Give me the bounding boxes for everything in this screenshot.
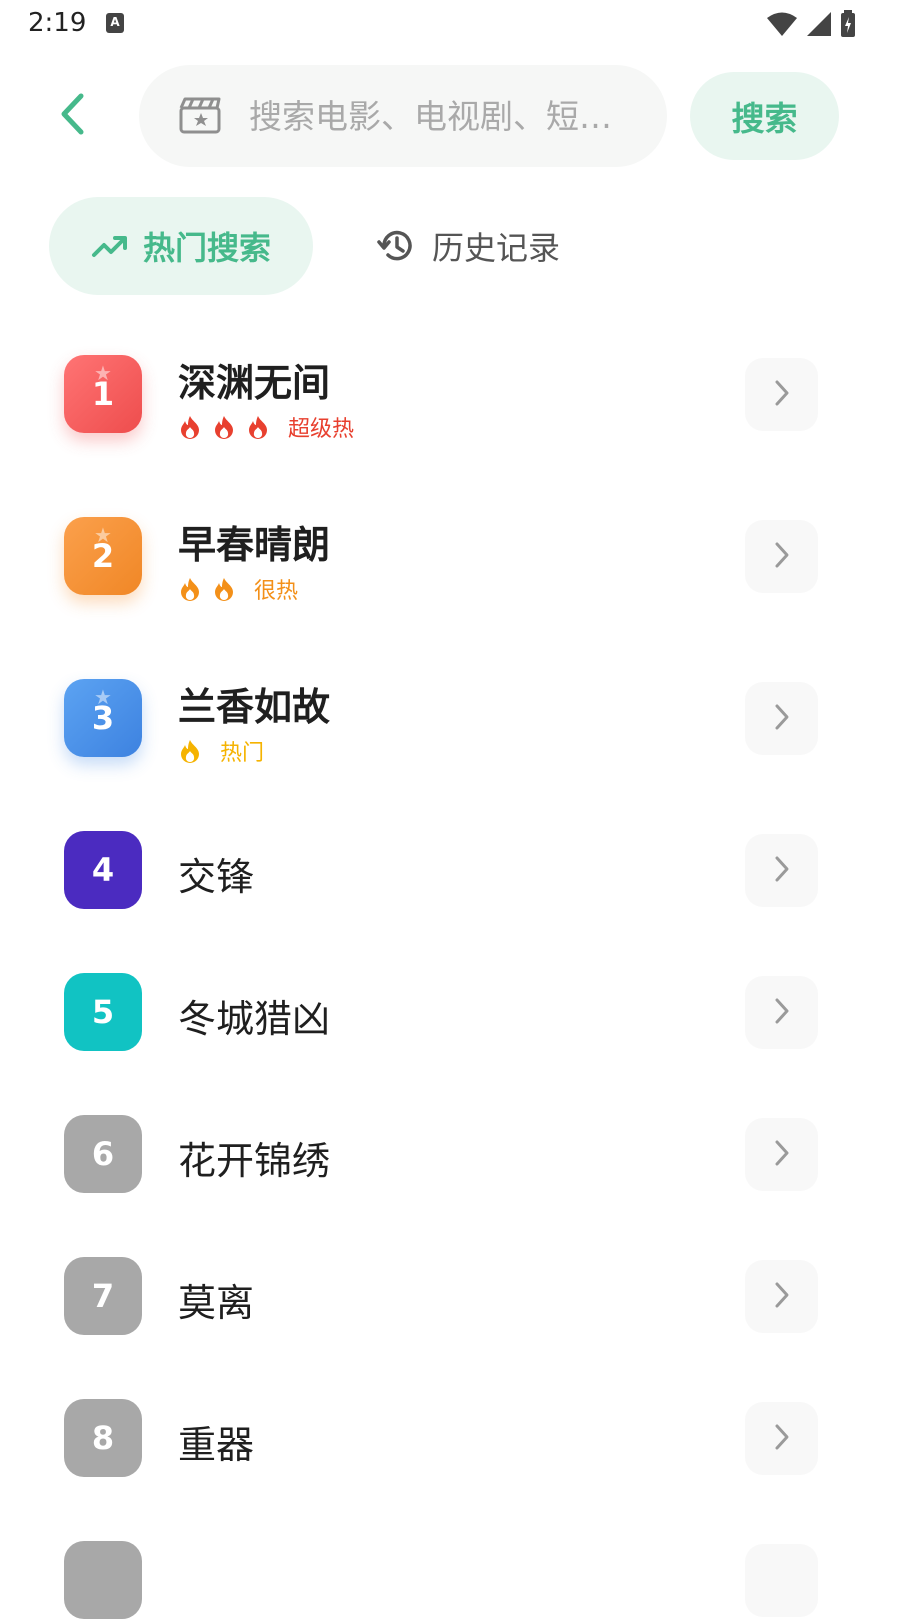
back-button[interactable] xyxy=(48,88,96,144)
item-arrow-button[interactable] xyxy=(745,1260,818,1333)
heat-label: 很热 xyxy=(254,579,299,604)
history-icon xyxy=(376,226,416,266)
clapperboard-icon xyxy=(179,96,221,138)
chevron-right-icon xyxy=(772,996,792,1030)
item-arrow-button[interactable] xyxy=(745,1544,818,1617)
heat-label: 热门 xyxy=(220,741,265,766)
battery-icon xyxy=(840,10,856,42)
status-bar: 2:19 A xyxy=(0,0,900,48)
heat-indicator: 热门 xyxy=(178,735,264,767)
item-arrow-button[interactable] xyxy=(745,1118,818,1191)
rank-badge: ★ 1 xyxy=(64,355,142,433)
flame-icon xyxy=(178,738,202,764)
chevron-right-icon xyxy=(772,702,792,736)
chevron-right-icon xyxy=(772,854,792,888)
search-button[interactable]: 搜索 xyxy=(690,72,839,160)
signal-icon xyxy=(806,11,832,41)
item-title: 莫离 xyxy=(178,1281,255,1325)
flame-icon xyxy=(178,414,202,440)
chevron-right-icon xyxy=(772,1280,792,1314)
tab-hot-search-label: 热门搜索 xyxy=(143,229,272,267)
flame-icon xyxy=(178,576,202,602)
item-title: 深渊无间 xyxy=(178,361,331,405)
wifi-icon xyxy=(766,11,798,41)
item-title: 花开锦绣 xyxy=(178,1139,331,1183)
item-title: 交锋 xyxy=(178,855,255,899)
tab-hot-search[interactable]: 热门搜索 xyxy=(49,197,313,295)
heat-indicator: 超级热 xyxy=(178,411,354,443)
chevron-right-icon xyxy=(772,540,792,574)
rank-badge: 4 xyxy=(64,831,142,909)
flame-icon xyxy=(246,414,270,440)
chevron-left-icon xyxy=(57,92,87,140)
rank-badge: ★ 3 xyxy=(64,679,142,757)
status-time: 2:19 xyxy=(28,8,87,38)
item-arrow-button[interactable] xyxy=(745,682,818,755)
chevron-right-icon xyxy=(772,1422,792,1456)
rank-badge: 6 xyxy=(64,1115,142,1193)
flame-icon xyxy=(212,414,236,440)
item-title: 早春晴朗 xyxy=(178,523,331,567)
item-arrow-button[interactable] xyxy=(745,1402,818,1475)
rank-badge: 5 xyxy=(64,973,142,1051)
trending-up-icon xyxy=(91,233,129,259)
item-title: 冬城猎凶 xyxy=(178,997,331,1041)
tab-history[interactable]: 历史记录 xyxy=(376,197,596,295)
tab-history-label: 历史记录 xyxy=(432,229,561,267)
item-title: 兰香如故 xyxy=(178,685,331,729)
chevron-right-icon xyxy=(772,1138,792,1172)
rank-badge: 8 xyxy=(64,1399,142,1477)
notification-icon: A xyxy=(106,13,124,33)
heat-indicator: 很热 xyxy=(178,573,298,605)
flame-icon xyxy=(212,576,236,602)
item-arrow-button[interactable] xyxy=(745,358,818,431)
rank-badge xyxy=(64,1541,142,1619)
rank-badge: 7 xyxy=(64,1257,142,1335)
item-title: 重器 xyxy=(178,1423,255,1467)
item-arrow-button[interactable] xyxy=(745,976,818,1049)
search-input[interactable] xyxy=(249,91,639,141)
chevron-right-icon xyxy=(772,378,792,412)
rank-badge: ★ 2 xyxy=(64,517,142,595)
item-arrow-button[interactable] xyxy=(745,834,818,907)
item-arrow-button[interactable] xyxy=(745,520,818,593)
heat-label: 超级热 xyxy=(288,417,355,442)
search-box[interactable] xyxy=(139,65,667,167)
status-icons xyxy=(766,10,856,42)
